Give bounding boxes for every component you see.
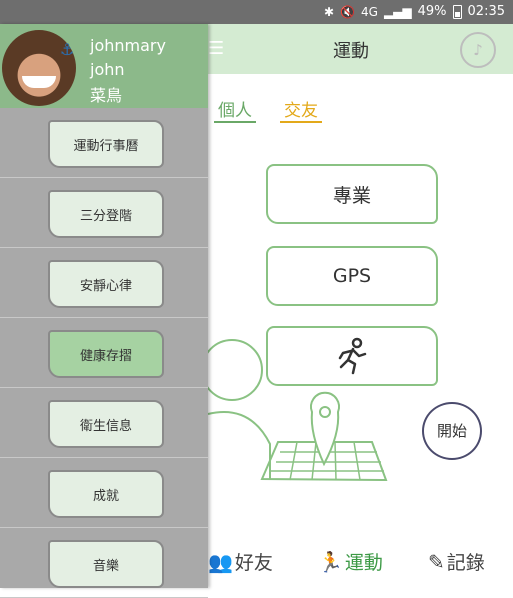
gps-mode-button[interactable]: GPS (266, 246, 438, 306)
nav-record-label: 記錄 (446, 552, 485, 574)
nav-sport-label: 運動 (344, 552, 383, 574)
page-title: 運動 (333, 41, 369, 62)
menu-item-achievements[interactable]: 成就 (48, 470, 164, 518)
menu-item-resting-heart-rate[interactable]: 安靜心律 (48, 260, 164, 308)
run-mode-button[interactable] (266, 326, 438, 386)
menu-row: 衛生信息 (0, 388, 208, 458)
clock: 02:35 (467, 4, 505, 19)
nav-record[interactable]: ✎ 記錄 (428, 548, 485, 575)
drawer-header: ⚓ johnmary john 菜鳥 (0, 24, 208, 108)
pencil-icon: ✎ (428, 549, 445, 574)
nav-sport[interactable]: 🏃 運動 (318, 548, 383, 575)
navigation-drawer: ⚓ johnmary john 菜鳥 運動行事曆 三分登階 安靜心律 健康存摺 … (0, 24, 208, 598)
status-icons: ✱ 🔇 4G ▂▄▆ 49% 02:35 (324, 4, 505, 19)
menu-row: 健康存摺 (0, 318, 208, 388)
menu-item-health-passbook[interactable]: 健康存摺 (48, 330, 164, 378)
hamburger-icon[interactable]: ☰ (208, 38, 224, 59)
nav-friends-label: 好友 (234, 552, 273, 574)
menu-row: 三分登階 (0, 178, 208, 248)
menu-item-music[interactable]: 音樂 (48, 540, 164, 588)
menu-row: 運動行事曆 (0, 108, 208, 178)
battery-percent: 49% (417, 4, 447, 19)
menu-item-health-info[interactable]: 衛生信息 (48, 400, 164, 448)
menu-item-three-minute-step[interactable]: 三分登階 (48, 190, 164, 238)
network-label: 4G (361, 4, 378, 19)
signal-icon: ▂▄▆ (383, 4, 412, 19)
user-level: 菜鳥 (90, 86, 123, 105)
tab-personal[interactable]: 個人 (214, 96, 256, 123)
start-button[interactable]: 開始 (422, 402, 482, 460)
status-bar: ✱ 🔇 4G ▂▄▆ 49% 02:35 (0, 0, 513, 24)
anchor-icon: ⚓ (60, 40, 75, 59)
username: johnmary (90, 36, 166, 55)
app-logo-icon: ♪ (460, 32, 496, 68)
nav-friends[interactable]: 👥 好友 (208, 548, 273, 575)
mute-icon: 🔇 (340, 4, 355, 19)
menu-item-exercise-calendar[interactable]: 運動行事曆 (48, 120, 164, 168)
bluetooth-icon: ✱ (323, 4, 335, 19)
runner-icon: 🏃 (318, 549, 343, 574)
battery-icon (452, 4, 462, 19)
tab-friends[interactable]: 交友 (280, 96, 322, 123)
nickname: john (90, 60, 125, 79)
friends-icon: 👥 (208, 549, 233, 574)
professional-mode-button[interactable]: 專業 (266, 164, 438, 224)
menu-row: 成就 (0, 458, 208, 528)
menu-row: 安靜心律 (0, 248, 208, 318)
drawer-menu: 運動行事曆 三分登階 安靜心律 健康存摺 衛生信息 成就 音樂 (0, 108, 208, 598)
runner-icon (338, 337, 367, 375)
